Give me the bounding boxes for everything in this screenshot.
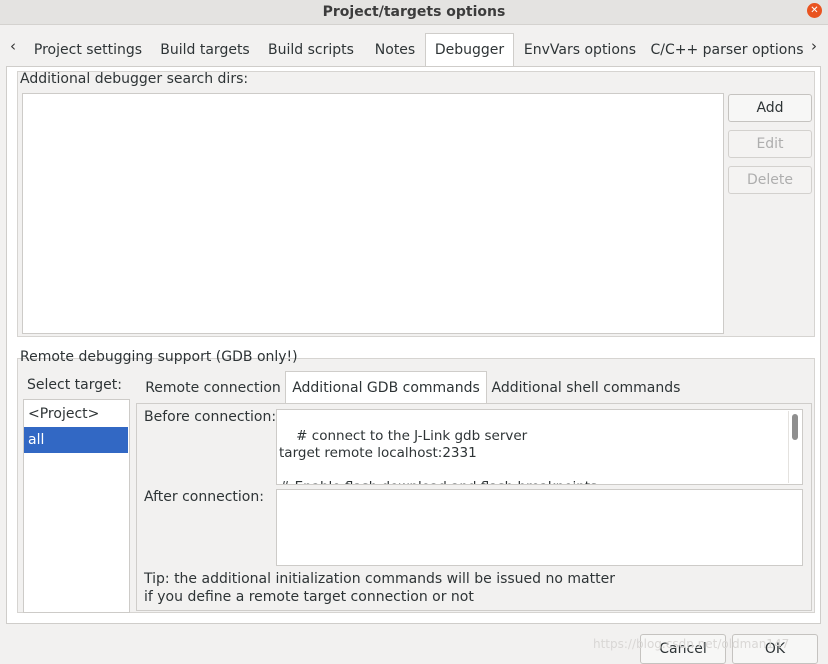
- tab-debugger[interactable]: Debugger: [425, 33, 514, 67]
- tab-project-settings[interactable]: Project settings: [29, 35, 147, 65]
- target-item-all[interactable]: all: [24, 427, 128, 453]
- after-connection-label: After connection:: [144, 489, 264, 505]
- scroll-right-icon[interactable]: ›: [811, 37, 817, 55]
- tab-build-scripts[interactable]: Build scripts: [262, 35, 360, 65]
- close-icon[interactable]: ✕: [807, 3, 822, 18]
- tip-line-1: Tip: the additional initialization comma…: [144, 571, 615, 587]
- scrollbar-thumb[interactable]: [792, 414, 798, 440]
- before-connection-text: # connect to the J-Link gdb server targe…: [279, 428, 601, 484]
- watermark: https://blog.csdn.net/oldman147: [593, 637, 790, 651]
- select-target-label: Select target:: [27, 377, 122, 393]
- target-item-project[interactable]: <Project>: [24, 401, 128, 427]
- subtab-remote-connection[interactable]: Remote connection: [141, 373, 285, 403]
- scroll-left-icon[interactable]: ‹: [10, 37, 16, 55]
- tab-bar: ‹ Project settings Build targets Build s…: [0, 32, 828, 67]
- tab-cpp-parser-options[interactable]: C/C++ parser options: [650, 35, 804, 65]
- after-connection-editor[interactable]: [276, 489, 803, 566]
- debugger-dirs-label: Additional debugger search dirs:: [20, 71, 249, 87]
- before-connection-editor[interactable]: # connect to the J-Link gdb server targe…: [276, 409, 803, 485]
- debugger-dirs-list[interactable]: [22, 93, 724, 334]
- target-list[interactable]: <Project> all: [23, 399, 130, 613]
- add-button[interactable]: Add: [728, 94, 812, 122]
- tab-notes[interactable]: Notes: [367, 35, 423, 65]
- before-connection-label: Before connection:: [144, 409, 277, 425]
- subtab-additional-gdb-commands[interactable]: Additional GDB commands: [285, 371, 487, 404]
- remote-debugging-label: Remote debugging support (GDB only!): [20, 349, 298, 365]
- tip-line-2: if you define a remote target connection…: [144, 589, 474, 605]
- tab-envvars-options[interactable]: EnvVars options: [518, 35, 642, 65]
- tab-build-targets[interactable]: Build targets: [155, 35, 255, 65]
- before-connection-scrollbar[interactable]: [788, 411, 801, 483]
- subtab-additional-shell-commands[interactable]: Additional shell commands: [488, 373, 684, 403]
- delete-button[interactable]: Delete: [728, 166, 812, 194]
- edit-button[interactable]: Edit: [728, 130, 812, 158]
- debugger-page: Additional debugger search dirs: Add Edi…: [6, 66, 821, 624]
- title-bar: Project/targets options ✕: [0, 0, 828, 25]
- window-title: Project/targets options: [322, 4, 506, 20]
